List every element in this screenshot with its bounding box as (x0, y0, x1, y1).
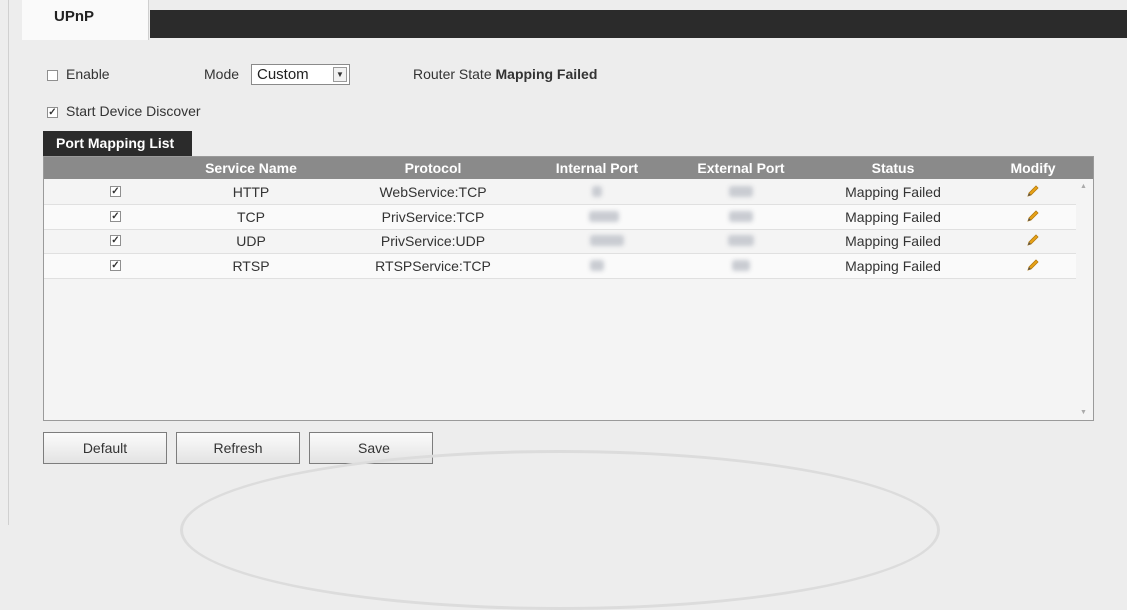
status-cell: Mapping Failed (845, 209, 941, 225)
mode-label: Mode (204, 66, 240, 82)
protocol-cell: WebService:TCP (379, 184, 487, 200)
pencil-icon[interactable] (1025, 257, 1041, 276)
external-port-cell (732, 260, 750, 271)
service-name-cell: RTSP (232, 258, 270, 274)
service-name-cell: TCP (237, 209, 265, 225)
pencil-icon[interactable] (1025, 232, 1041, 251)
table-row: HTTP WebService:TCP Mapping Failed (44, 180, 1076, 204)
table-row: RTSP RTSPService:TCP Mapping Failed (44, 253, 1076, 279)
tab-upnp[interactable]: UPnP (22, 0, 149, 40)
router-state-value: Mapping Failed (495, 66, 598, 82)
status-cell: Mapping Failed (845, 184, 941, 200)
table-row: TCP PrivService:TCP Mapping Failed (44, 204, 1076, 230)
row-checkbox[interactable] (110, 235, 121, 246)
protocol-cell: RTSPService:TCP (375, 258, 491, 274)
top-tab-bar (150, 10, 1127, 38)
col-internal-port: Internal Port (555, 160, 639, 176)
enable-checkbox[interactable] (47, 70, 58, 81)
internal-port-cell (590, 235, 624, 246)
row-checkbox[interactable] (110, 186, 121, 197)
refresh-button[interactable]: Refresh (176, 432, 300, 464)
mode-select[interactable]: Custom ▼ (251, 64, 350, 85)
external-port-cell (729, 211, 753, 222)
pencil-icon[interactable] (1025, 208, 1041, 227)
default-button[interactable]: Default (43, 432, 167, 464)
table-scrollbar[interactable]: ▲ ▼ (1077, 179, 1093, 420)
service-name-cell: UDP (236, 233, 266, 249)
enable-label: Enable (66, 66, 110, 82)
scroll-up-icon[interactable]: ▲ (1080, 183, 1087, 190)
service-name-cell: HTTP (232, 184, 270, 200)
scroll-down-icon[interactable]: ▼ (1080, 409, 1087, 416)
status-cell: Mapping Failed (845, 233, 941, 249)
port-mapping-table: Service Name Protocol Internal Port Exte… (43, 156, 1094, 421)
external-port-cell (729, 186, 753, 197)
row-checkbox[interactable] (110, 260, 121, 271)
col-service-name: Service Name (205, 160, 297, 176)
left-border (8, 0, 9, 525)
col-status: Status (871, 160, 915, 176)
table-header: Service Name Protocol Internal Port Exte… (44, 157, 1093, 179)
start-discover-label: Start Device Discover (66, 103, 201, 119)
protocol-cell: PrivService:TCP (381, 209, 485, 225)
col-protocol: Protocol (404, 160, 462, 176)
external-port-cell (728, 235, 754, 246)
pencil-icon[interactable] (1025, 183, 1041, 202)
port-mapping-list-tab[interactable]: Port Mapping List (43, 131, 192, 156)
row-checkbox[interactable] (110, 211, 121, 222)
start-discover-checkbox[interactable] (47, 107, 58, 118)
router-state: Router State Mapping Failed (413, 66, 597, 82)
protocol-cell: PrivService:UDP (380, 233, 486, 249)
col-external-port: External Port (697, 160, 785, 176)
internal-port-cell (592, 186, 602, 197)
tab-upnp-label: UPnP (54, 8, 95, 25)
col-modify: Modify (1010, 160, 1056, 176)
chevron-down-icon[interactable]: ▼ (333, 67, 347, 82)
internal-port-cell (589, 211, 619, 222)
watermark-seal (180, 450, 940, 610)
status-cell: Mapping Failed (845, 258, 941, 274)
table-row: UDP PrivService:UDP Mapping Failed (44, 229, 1076, 253)
mode-select-value: Custom (257, 66, 309, 83)
internal-port-cell (590, 260, 604, 271)
router-state-label: Router State (413, 66, 492, 82)
